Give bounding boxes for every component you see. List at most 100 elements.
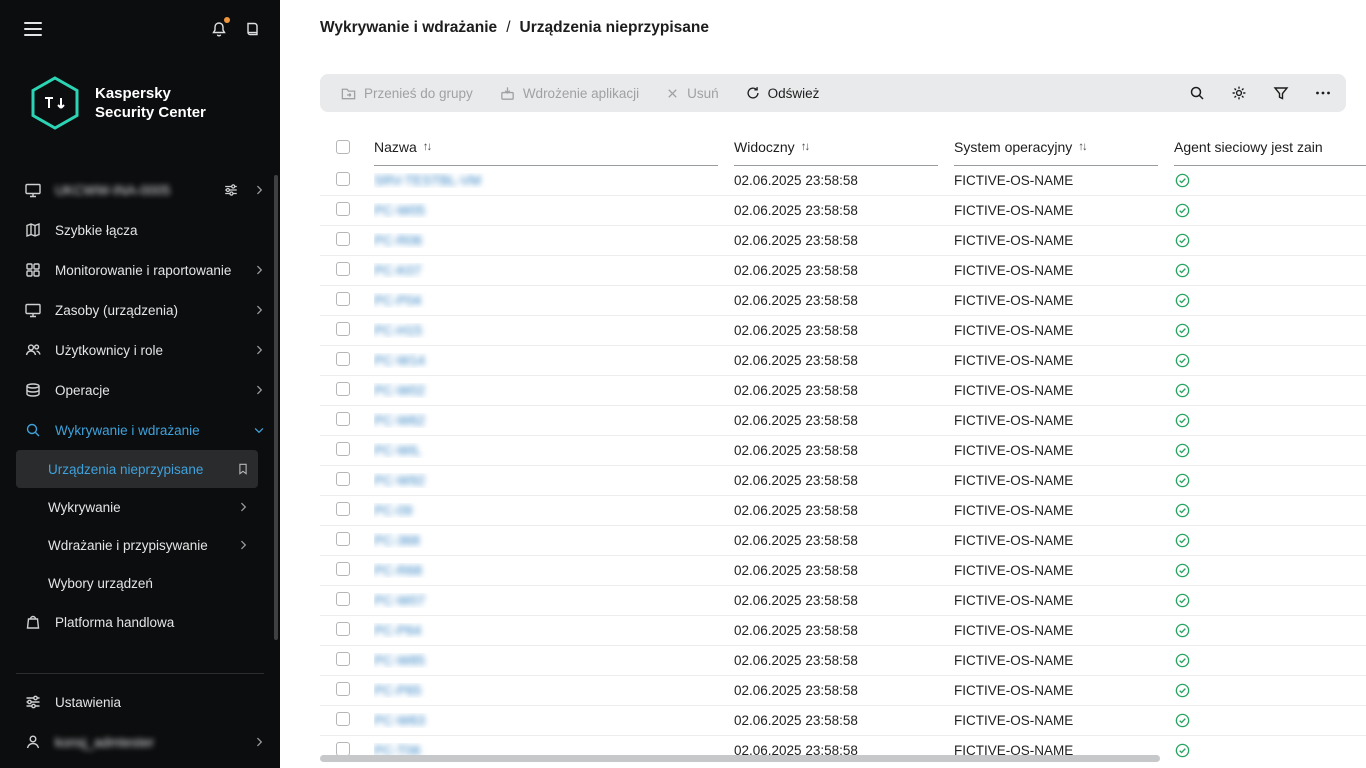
row-checkbox[interactable] (336, 322, 350, 336)
row-checkbox[interactable] (336, 622, 350, 636)
help-docs-icon[interactable] (244, 20, 262, 38)
column-header-agent[interactable]: Agent sieciowy jest zain (1174, 139, 1366, 166)
sidebar-subitem-device-selections[interactable]: Wybory urządzeń (16, 564, 258, 602)
row-checkbox[interactable] (336, 262, 350, 276)
check-circle-icon (1174, 622, 1366, 639)
column-label: Widoczny (734, 139, 795, 155)
device-name-link[interactable]: PC-09 (374, 503, 412, 518)
row-checkbox[interactable] (336, 682, 350, 696)
agent-installed-cell (1174, 652, 1366, 669)
visible-timestamp: 02.06.2025 23:58:58 (734, 353, 954, 368)
table-row: PC-P64 02.06.2025 23:58:58 FICTIVE-OS-NA… (320, 616, 1366, 646)
gear-icon[interactable] (1230, 84, 1248, 102)
sidebar-item-marketplace[interactable]: Platforma handlowa (0, 602, 280, 642)
row-checkbox-cell (320, 622, 374, 639)
device-name-link[interactable]: PC-W92 (374, 473, 425, 488)
device-name-link[interactable]: PC-W62 (374, 413, 425, 428)
deploy-application-button[interactable]: Wdrożenie aplikacji (489, 79, 649, 108)
chevron-right-icon (252, 303, 266, 317)
row-checkbox[interactable] (336, 652, 350, 666)
move-to-group-icon (340, 85, 357, 102)
column-header-visible[interactable]: Widoczny ↑↓ (734, 139, 954, 166)
sidebar-scrollbar[interactable] (274, 175, 278, 640)
row-checkbox[interactable] (336, 382, 350, 396)
device-name-link[interactable]: PC-W14 (374, 353, 425, 368)
sidebar-item-user-account[interactable]: konsj_admtester (0, 722, 280, 762)
row-checkbox-cell (320, 292, 374, 309)
toolbar: Przenieś do grupy Wdrożenie aplikacji Us… (320, 74, 1346, 112)
visible-timestamp: 02.06.2025 23:58:58 (734, 203, 954, 218)
row-checkbox[interactable] (336, 742, 350, 756)
row-checkbox[interactable] (336, 202, 350, 216)
chevron-right-icon (236, 500, 250, 514)
row-checkbox[interactable] (336, 352, 350, 366)
select-all-checkbox[interactable] (336, 140, 350, 154)
agent-installed-cell (1174, 262, 1366, 279)
device-name-link[interactable]: PC-WIL (374, 443, 421, 458)
move-to-group-button[interactable]: Przenieś do grupy (330, 79, 483, 108)
operations-stack-icon (24, 381, 42, 399)
breadcrumb-section[interactable]: Wykrywanie i wdrażanie (320, 19, 497, 37)
row-checkbox[interactable] (336, 592, 350, 606)
check-circle-icon (1174, 562, 1366, 579)
hamburger-menu-icon[interactable] (24, 18, 42, 40)
delete-button[interactable]: Usuń (655, 80, 729, 107)
row-checkbox[interactable] (336, 712, 350, 726)
device-name-link[interactable]: PC-W02 (374, 383, 425, 398)
sidebar-item-quick-links[interactable]: Szybkie łącza (0, 210, 280, 250)
table-row: PC-WIL 02.06.2025 23:58:58 FICTIVE-OS-NA… (320, 436, 1366, 466)
row-checkbox[interactable] (336, 562, 350, 576)
visible-timestamp: 02.06.2025 23:58:58 (734, 233, 954, 248)
notifications-bell-icon[interactable] (210, 20, 228, 38)
refresh-button[interactable]: Odśwież (735, 79, 830, 107)
row-checkbox[interactable] (336, 502, 350, 516)
more-ellipsis-icon[interactable] (1314, 84, 1332, 102)
sidebar-item-assets[interactable]: Zasoby (urządzenia) (0, 290, 280, 330)
chevron-right-icon (252, 343, 266, 357)
search-icon[interactable] (1188, 84, 1206, 102)
sidebar-item-operations[interactable]: Operacje (0, 370, 280, 410)
horizontal-scrollbar[interactable] (320, 755, 1160, 762)
row-checkbox[interactable] (336, 532, 350, 546)
sidebar-subitem-unassigned-devices[interactable]: Urządzenia nieprzypisane (16, 450, 258, 488)
device-name-link[interactable]: PC-W05 (374, 203, 425, 218)
device-name-link[interactable]: PC-P64 (374, 623, 421, 638)
device-name-link[interactable]: PC-K07 (374, 263, 421, 278)
device-name-link[interactable]: PC-368 (374, 533, 420, 548)
chevron-right-icon (252, 735, 266, 749)
sidebar-item-users-roles[interactable]: Użytkownicy i role (0, 330, 280, 370)
device-name-link[interactable]: PC-P04 (374, 293, 421, 308)
row-checkbox[interactable] (336, 442, 350, 456)
row-checkbox[interactable] (336, 472, 350, 486)
sidebar-item-settings[interactable]: Ustawienia (0, 682, 280, 722)
device-name-link[interactable]: PC-W07 (374, 593, 425, 608)
device-name-link[interactable]: PC-W63 (374, 713, 425, 728)
agent-installed-cell (1174, 502, 1366, 519)
server-settings-icon[interactable] (223, 182, 239, 198)
filter-funnel-icon[interactable] (1272, 84, 1290, 102)
device-name-link[interactable]: PC-P65 (374, 683, 421, 698)
row-checkbox[interactable] (336, 412, 350, 426)
row-checkbox[interactable] (336, 172, 350, 186)
device-name-link[interactable]: PC-W85 (374, 653, 425, 668)
sidebar-subitem-deployment-assignment[interactable]: Wdrażanie i przypisywanie (16, 526, 258, 564)
visible-timestamp: 02.06.2025 23:58:58 (734, 593, 954, 608)
row-checkbox[interactable] (336, 232, 350, 246)
device-name-link[interactable]: PC-R06 (374, 233, 422, 248)
table-row: PC-W02 02.06.2025 23:58:58 FICTIVE-OS-NA… (320, 376, 1366, 406)
sidebar-item-server[interactable]: UKCWW-INA-0005 (0, 170, 280, 210)
device-name-link[interactable]: SRV-TESTBL-VM (374, 173, 481, 188)
refresh-label: Odśwież (768, 86, 820, 101)
bookmark-icon[interactable] (236, 462, 250, 476)
device-name-link[interactable]: PC-R68 (374, 563, 422, 578)
sidebar-item-discovery-deployment[interactable]: Wykrywanie i wdrażanie (0, 410, 280, 450)
row-checkbox[interactable] (336, 292, 350, 306)
device-name-link[interactable]: PC-H15 (374, 323, 422, 338)
column-header-os[interactable]: System operacyjny ↑↓ (954, 139, 1174, 166)
sidebar-subitem-discovery[interactable]: Wykrywanie (16, 488, 258, 526)
visible-timestamp: 02.06.2025 23:58:58 (734, 563, 954, 578)
column-header-name[interactable]: Nazwa ↑↓ (374, 139, 734, 166)
main-content: Wykrywanie i wdrażanie / Urządzenia niep… (280, 0, 1366, 768)
sidebar-item-monitoring[interactable]: Monitorowanie i raportowanie (0, 250, 280, 290)
table-row: PC-K07 02.06.2025 23:58:58 FICTIVE-OS-NA… (320, 256, 1366, 286)
